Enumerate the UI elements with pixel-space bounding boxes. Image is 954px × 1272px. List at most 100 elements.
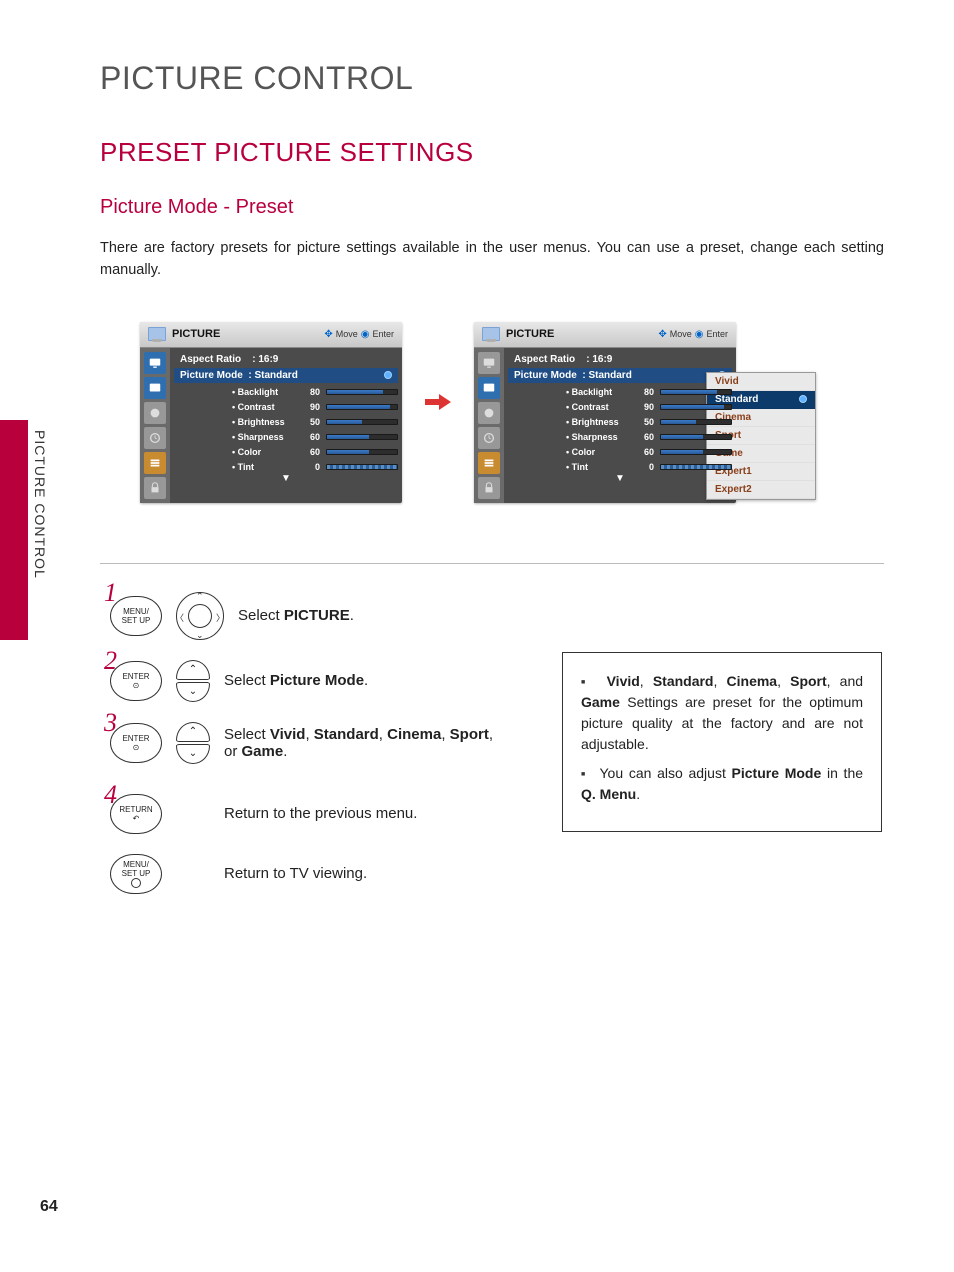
dropdown-option-label: Vivid [715, 376, 739, 387]
step-text: Select Vivid, Standard, Cinema, Sport, o… [224, 726, 504, 760]
updown-button[interactable]: ⌃⌄ [176, 660, 210, 702]
dpad-button[interactable]: ⌃⌄〈〉 [176, 592, 224, 640]
osd-params-left: • Backlight80• Contrast90• Brightness50•… [174, 383, 398, 475]
transition-arrow-icon [424, 322, 452, 482]
param-row: • Brightness 50 [232, 415, 398, 430]
osd-panel-right: PICTURE ✥ Move ◉ Enter [474, 322, 736, 503]
menu-icon-picture [144, 352, 166, 374]
param-row: • Color60 [232, 445, 398, 460]
step-text: Select Picture Mode. [224, 672, 368, 689]
param-label: • Contrast [566, 402, 630, 412]
step-1: 1 MENU/ SET UP ⌃⌄〈〉 Select PICTURE. [110, 592, 884, 640]
param-value: 80 [302, 387, 320, 397]
note-item: Vivid, Standard, Cinema, Sport, and Game… [581, 671, 863, 755]
menu-icon-time [478, 427, 500, 449]
mode-value: : Standard [248, 370, 297, 381]
param-label: • Color [232, 447, 296, 457]
joystick-icon: ✥ [324, 329, 332, 340]
joystick-icon: ✥ [658, 329, 666, 340]
aspect-value: : 16:9 [586, 354, 612, 365]
param-row: • Sharpness 60 [232, 430, 398, 445]
enter-button[interactable]: ENTER ⊙ [110, 723, 162, 763]
notes-box: Vivid, Standard, Cinema, Sport, and Game… [562, 652, 882, 832]
return-button[interactable]: RETURN ↶ [110, 794, 162, 834]
hint-move: Move [336, 329, 358, 339]
menu-icon-lock [478, 477, 500, 499]
param-label: • Tint [232, 462, 296, 472]
step-number: 4 [104, 780, 117, 810]
enter-button[interactable]: ENTER ⊙ [110, 661, 162, 701]
mode-label: Picture Mode [514, 370, 577, 381]
menu-icon-option [478, 452, 500, 474]
param-row: • Backlight 80 [232, 385, 398, 400]
hint-move: Move [670, 329, 692, 339]
selection-dot-icon [799, 395, 807, 403]
param-value: 80 [636, 387, 654, 397]
enter-dot-icon: ◉ [361, 329, 370, 340]
dropdown-option[interactable]: Vivid [707, 373, 815, 391]
menu-icon-picture2 [144, 377, 166, 399]
section-title-h2: PRESET PICTURE SETTINGS [100, 137, 884, 168]
param-bar [326, 464, 398, 470]
osd-category-icons [140, 348, 170, 503]
param-label: • Tint [566, 462, 630, 472]
mode-label: Picture Mode [180, 370, 243, 381]
param-value: 60 [636, 447, 654, 457]
aspect-label: Aspect Ratio [180, 354, 241, 365]
param-label: • Brightness [232, 417, 296, 427]
menu-icon-option [144, 452, 166, 474]
selection-dot-icon [384, 371, 392, 379]
aspect-value: : 16:9 [252, 354, 278, 365]
menu-icon-lock [144, 477, 166, 499]
param-row: • Contrast90 [232, 400, 398, 415]
dropdown-option[interactable]: Expert2 [707, 481, 815, 499]
param-value: 0 [636, 462, 654, 472]
tv-icon [482, 327, 500, 341]
param-bar [660, 419, 732, 425]
picture-mode-row[interactable]: Picture Mode : Standard [508, 368, 732, 383]
enter-dot-icon: ◉ [695, 329, 704, 340]
param-bar [326, 419, 398, 425]
picture-mode-row[interactable]: Picture Mode : Standard [174, 368, 398, 383]
param-value: 50 [302, 417, 320, 427]
param-label: • Sharpness [232, 432, 296, 442]
side-tab [0, 420, 28, 640]
osd-row: PICTURE ✥ Move ◉ Enter [140, 322, 884, 503]
menu-setup-button[interactable]: MENU/ SET UP [110, 596, 162, 636]
osd-title: PICTURE [172, 328, 220, 340]
step-text: Return to the previous menu. [224, 805, 417, 822]
param-value: 90 [302, 402, 320, 412]
param-bar [660, 449, 732, 455]
step-number: 1 [104, 578, 117, 608]
param-value: 60 [302, 432, 320, 442]
page-title-h1: PICTURE CONTROL [100, 60, 884, 97]
menu-setup-button[interactable]: MENU/ SET UP [110, 854, 162, 894]
step-text: Return to TV viewing. [224, 865, 367, 882]
param-label: • Brightness [566, 417, 630, 427]
page-number: 64 [40, 1198, 58, 1216]
dropdown-option-label: Standard [715, 394, 758, 405]
param-bar [326, 404, 398, 410]
param-value: 50 [636, 417, 654, 427]
osd-title: PICTURE [506, 328, 554, 340]
param-label: • Backlight [232, 387, 296, 397]
mode-value: : Standard [582, 370, 631, 381]
param-value: 90 [636, 402, 654, 412]
menu-icon-time [144, 427, 166, 449]
menu-icon-picture2 [478, 377, 500, 399]
osd-params-right: • Backlight80• Contrast90• Brightness50•… [508, 383, 732, 475]
updown-button[interactable]: ⌃⌄ [176, 722, 210, 764]
param-bar [326, 389, 398, 395]
hint-enter: Enter [372, 329, 394, 339]
step-number: 2 [104, 646, 117, 676]
param-value: 0 [302, 462, 320, 472]
menu-icon-picture [478, 352, 500, 374]
param-bar [660, 434, 732, 440]
step-5: MENU/ SET UP Return to TV viewing. [110, 854, 884, 894]
param-bar [660, 389, 732, 395]
aspect-label: Aspect Ratio [514, 354, 575, 365]
note-item: You can also adjust Picture Mode in the … [581, 763, 863, 805]
hint-enter: Enter [706, 329, 728, 339]
tv-icon [148, 327, 166, 341]
dropdown-option-label: Expert2 [715, 484, 752, 495]
